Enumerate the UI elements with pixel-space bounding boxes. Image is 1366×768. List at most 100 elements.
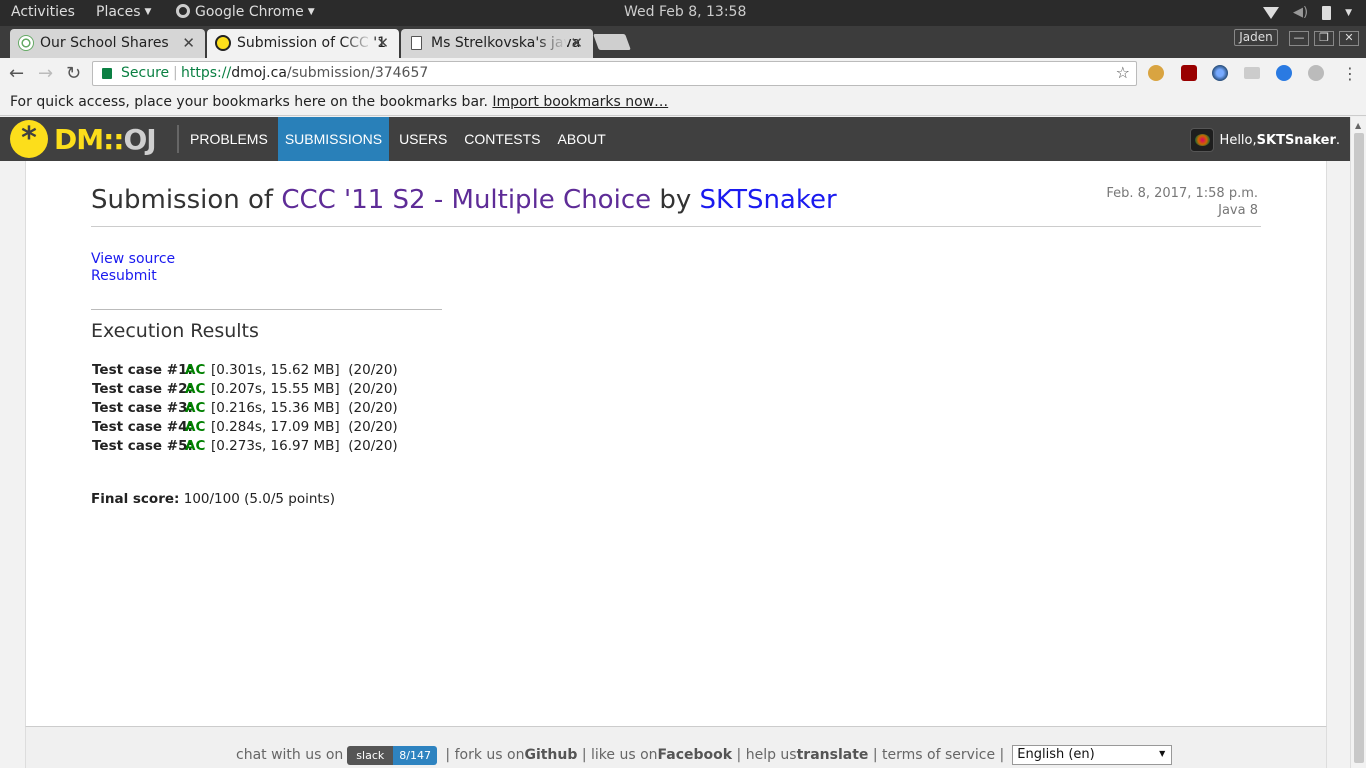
github-link[interactable]: Github — [524, 747, 577, 763]
problem-link[interactable]: CCC '11 S2 - Multiple Choice — [281, 185, 651, 215]
case-label: Test case #2: — [92, 381, 193, 397]
execution-results-heading: Execution Results — [91, 320, 259, 342]
logo-wordmark: DM::OJ — [54, 122, 157, 156]
bookmarks-message: For quick access, place your bookmarks h… — [10, 94, 488, 110]
slack-badge[interactable]: slack 8/147 — [347, 745, 437, 765]
site-footer: chat with us on slack 8/147 | fork us on … — [25, 726, 1327, 768]
new-tab-button[interactable] — [593, 34, 631, 50]
system-tray[interactable]: ◀) ▼ — [1263, 5, 1352, 20]
footer-chat-text: chat with us on — [236, 747, 344, 763]
test-case-row: Test case #2:AC [0.207s, 15.55 MB] (20/20… — [92, 380, 398, 399]
facebook-link[interactable]: Facebook — [658, 747, 733, 763]
language-select-value: English (en) — [1017, 747, 1095, 762]
user-menu[interactable]: Hello, SKTSnaker. — [1189, 128, 1340, 152]
tab-ms-strelkovska[interactable]: Ms Strelkovska's java ✕ — [401, 29, 593, 58]
close-tab-icon[interactable]: ✕ — [570, 34, 583, 52]
tab-title-fade — [537, 29, 567, 58]
forward-arrow-icon[interactable]: → — [38, 63, 53, 84]
url-path: /submission/374657 — [286, 65, 429, 81]
mail-extension-icon[interactable] — [1244, 67, 1260, 79]
translate-link[interactable]: translate — [797, 747, 869, 763]
title-by: by — [651, 185, 700, 215]
back-arrow-icon[interactable]: ← — [9, 63, 24, 84]
scroll-up-icon[interactable]: ▲ — [1355, 121, 1361, 130]
wrench-extension-icon[interactable] — [1308, 65, 1324, 81]
scrollbar-thumb[interactable] — [1354, 133, 1364, 763]
activities-button[interactable]: Activities — [11, 4, 75, 20]
view-source-link[interactable]: View source — [91, 251, 175, 268]
chevron-down-icon: ▼ — [144, 7, 152, 17]
language-select[interactable]: English (en) ▼ — [1012, 745, 1173, 765]
nav-contests[interactable]: CONTESTS — [457, 117, 547, 161]
case-status: AC — [185, 400, 206, 416]
case-detail: [0.284s, 17.09 MB] — [211, 419, 340, 435]
test-case-row: Test case #4:AC [0.284s, 17.09 MB] (20/20… — [92, 418, 398, 437]
case-status: AC — [185, 362, 206, 378]
main-content: Submission of CCC '11 S2 - Multiple Choi… — [25, 161, 1327, 726]
browser-toolbar: ← → ↻ Secure | https://dmoj.ca/submissio… — [0, 58, 1366, 90]
bookmark-star-icon[interactable]: ☆ — [1116, 63, 1130, 82]
secure-label: Secure — [121, 65, 170, 81]
user-link[interactable]: SKTSnaker — [700, 185, 837, 215]
tab-title-fade — [343, 29, 373, 58]
close-tab-icon[interactable]: ✕ — [182, 34, 195, 52]
globe-extension-icon[interactable] — [1212, 65, 1228, 81]
page-viewport: * DM::OJ PROBLEMS SUBMISSIONS USERS CONT… — [0, 117, 1350, 768]
case-points: (20/20) — [348, 381, 398, 397]
profile-button[interactable]: Jaden — [1234, 29, 1278, 46]
nav-users[interactable]: USERS — [392, 117, 454, 161]
case-points: (20/20) — [348, 400, 398, 416]
test-case-row: Test case #5:AC [0.273s, 16.97 MB] (20/20… — [92, 437, 398, 456]
clock[interactable]: Wed Feb 8, 13:58 — [624, 4, 746, 20]
reload-icon[interactable]: ↻ — [66, 63, 81, 84]
import-bookmarks-link[interactable]: Import bookmarks now… — [492, 94, 668, 110]
url-host: dmoj.ca — [231, 65, 287, 81]
app-menu-label: Google Chrome — [195, 4, 304, 20]
minimize-icon[interactable]: — — [1289, 31, 1309, 46]
resubmit-link[interactable]: Resubmit — [91, 268, 175, 285]
app-menu[interactable]: Google Chrome ▼ — [176, 4, 315, 20]
school-shares-favicon-icon — [18, 35, 34, 51]
nav-submissions[interactable]: SUBMISSIONS — [277, 117, 390, 161]
places-menu[interactable]: Places ▼ — [96, 4, 151, 20]
bookmarks-bar: For quick access, place your bookmarks h… — [0, 90, 1366, 116]
tab-submission[interactable]: Submission of CCC '1 ✕ — [207, 29, 399, 58]
omnibox-separator: | — [173, 65, 178, 81]
main-nav: PROBLEMS SUBMISSIONS USERS CONTESTS ABOU… — [183, 117, 616, 161]
nav-divider — [177, 125, 179, 153]
test-case-row: Test case #3:AC [0.216s, 15.36 MB] (20/20… — [92, 399, 398, 418]
battery-icon — [1322, 5, 1332, 20]
final-score-value: 100/100 (5.0/5 points) — [183, 491, 336, 507]
dmoj-logo[interactable]: * DM::OJ — [10, 120, 157, 158]
ublock-extension-icon[interactable] — [1181, 65, 1197, 81]
nav-about[interactable]: ABOUT — [551, 117, 613, 161]
page-scrollbar[interactable]: ▲ — [1350, 117, 1366, 768]
slack-label: slack — [347, 745, 394, 765]
logo-dm: DM:: — [54, 122, 124, 156]
site-navbar: * DM::OJ PROBLEMS SUBMISSIONS USERS CONT… — [0, 117, 1350, 161]
greeting-username: SKTSnaker — [1256, 132, 1336, 148]
restore-icon[interactable]: ❐ — [1314, 31, 1334, 46]
cookie-extension-icon[interactable] — [1148, 65, 1164, 81]
nav-problems[interactable]: PROBLEMS — [183, 117, 275, 161]
footer-fork-text: fork us on — [454, 747, 525, 763]
final-score-label: Final score: — [91, 491, 180, 507]
address-bar[interactable]: Secure | https://dmoj.ca/submission/3746… — [92, 61, 1137, 86]
lock-icon — [102, 68, 112, 79]
close-window-icon[interactable]: ✕ — [1339, 31, 1359, 46]
asterisk-logo-icon: * — [10, 120, 48, 158]
case-points: (20/20) — [348, 419, 398, 435]
title-divider — [91, 226, 1261, 227]
case-detail: [0.301s, 15.62 MB] — [211, 362, 340, 378]
close-tab-icon[interactable]: ✕ — [376, 34, 389, 52]
sync-extension-icon[interactable] — [1276, 65, 1292, 81]
tab-our-school-shares[interactable]: Our School Shares ✕ — [10, 29, 205, 58]
case-detail: [0.273s, 16.97 MB] — [211, 438, 340, 454]
terms-link[interactable]: terms of service — [882, 747, 995, 763]
section-divider — [91, 309, 442, 310]
chrome-menu-icon[interactable]: ⋮ — [1342, 64, 1358, 83]
logo-oj: OJ — [123, 122, 157, 156]
avatar — [1189, 128, 1214, 152]
case-label: Test case #5: — [92, 438, 193, 454]
case-label: Test case #1: — [92, 362, 193, 378]
